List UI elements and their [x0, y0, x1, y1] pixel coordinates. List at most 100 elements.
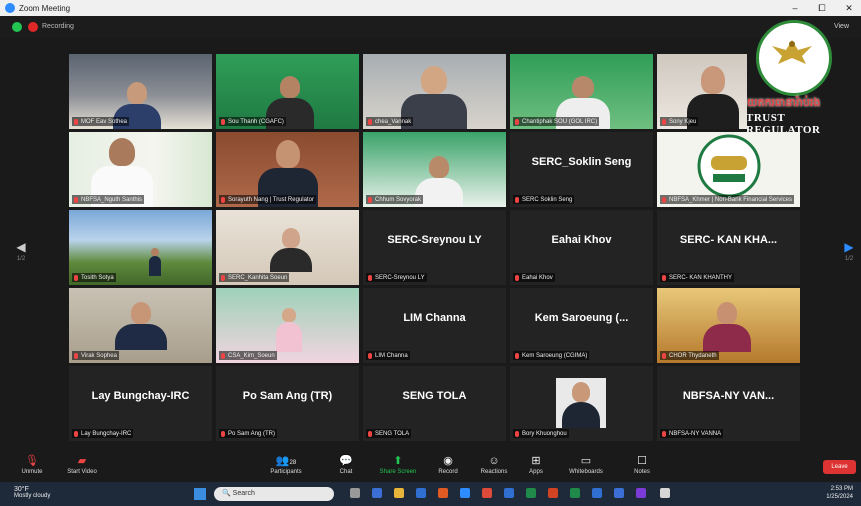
muted-mic-icon	[221, 196, 225, 203]
participant-display-name: Kem Saroeung (...	[534, 312, 629, 324]
muted-mic-icon	[515, 430, 519, 437]
participants-button[interactable]: 👥28 Participants	[256, 454, 316, 475]
recording-icon[interactable]	[28, 22, 38, 32]
muted-mic-icon	[221, 352, 225, 359]
participant-tile[interactable]: chea_Vannak	[363, 54, 506, 129]
participant-face	[282, 308, 296, 322]
muted-mic-icon	[368, 430, 372, 437]
muted-mic-icon	[368, 118, 372, 125]
muted-mic-icon	[662, 352, 666, 359]
excel-icon[interactable]	[526, 488, 536, 498]
app-icon[interactable]	[660, 488, 670, 498]
start-video-button[interactable]: ▰ Start Video	[52, 454, 112, 475]
participant-face	[701, 66, 725, 94]
participant-tile[interactable]: Virak Sophea	[69, 288, 212, 363]
app-icon[interactable]	[570, 488, 580, 498]
muted-mic-icon	[74, 430, 78, 437]
weather-desc: Mostly cloudy	[14, 493, 51, 499]
participant-tile[interactable]: Lay Bungchay-IRC Lay Bungchay-IRC	[69, 366, 212, 441]
muted-mic-icon	[74, 274, 78, 281]
participant-tile[interactable]: Chhum Sovyorak	[363, 132, 506, 207]
prev-page-button[interactable]: ◀ 1/2	[14, 240, 28, 262]
participant-face	[421, 66, 447, 94]
powerpoint-icon[interactable]	[548, 488, 558, 498]
taskbar-clock[interactable]: 2:53 PM 1/25/2024	[826, 485, 853, 501]
participant-name-label: CSA_Kim_Soeun	[219, 351, 277, 360]
chat-button[interactable]: 💬 Chat	[316, 454, 376, 475]
participant-name-label: CHOR Thydaneth	[660, 351, 719, 360]
zoom-app-icon	[5, 3, 15, 13]
participant-name-label: SENG TOLA	[366, 429, 412, 438]
participant-body	[270, 248, 312, 272]
participant-name-label: Po Sam Ang (TR)	[219, 429, 278, 438]
participant-tile[interactable]: MOF Eav Sothea	[69, 54, 212, 129]
notes-button[interactable]: ☐ Notes	[612, 454, 672, 475]
muted-mic-icon	[515, 352, 519, 359]
participant-display-name: SERC-Sreynou LY	[387, 234, 482, 246]
whiteboards-button[interactable]: ▭ Whiteboards	[556, 454, 616, 475]
participant-tile[interactable]: CSA_Kim_Soeun	[216, 288, 359, 363]
participant-display-name: NBFSA-NY VAN...	[682, 390, 775, 402]
close-button[interactable]: ✕	[835, 0, 861, 16]
participant-tile[interactable]: Tosith Sotya	[69, 210, 212, 285]
participant-tile[interactable]: NBFSA-NY VAN... NBFSA-NY VANNA	[657, 366, 800, 441]
window-title: Zoom Meeting	[19, 3, 71, 13]
participant-name-label: Bory Khuonghou	[513, 429, 569, 438]
app-icon[interactable]	[438, 488, 448, 498]
taskview-icon[interactable]	[350, 488, 360, 498]
participant-tile[interactable]: SERC-Sreynou LY SERC-Sreynou LY	[363, 210, 506, 285]
muted-mic-icon	[368, 352, 372, 359]
participant-tile[interactable]: Sou Thanh (CGAFC)	[216, 54, 359, 129]
next-arrow-icon: ▶	[844, 240, 854, 254]
next-page-button[interactable]: ▶ 1/2	[842, 240, 856, 262]
app-icon[interactable]	[592, 488, 602, 498]
participant-tile[interactable]: NBFSA_Nguth Santhis	[69, 132, 212, 207]
app-icon[interactable]	[372, 488, 382, 498]
zoom-taskbar-icon[interactable]	[460, 488, 470, 498]
maximize-button[interactable]: ⧠	[808, 0, 836, 16]
participant-name-label: Kem Saroeung (CGIMA)	[513, 351, 590, 360]
participant-face	[429, 156, 449, 178]
participant-face	[151, 248, 159, 256]
participant-face	[127, 82, 147, 104]
trust-regulator-logo: និយតករធានារ៉ាប់រង TRUST REGULATOR	[740, 20, 856, 136]
whiteboard-icon: ▭	[580, 455, 592, 467]
participant-tile[interactable]: CHOR Thydaneth	[657, 288, 800, 363]
muted-mic-icon	[221, 430, 225, 437]
muted-mic-icon	[515, 196, 519, 203]
taskbar-search-input[interactable]: 🔍 Search	[214, 487, 334, 501]
participant-tile[interactable]: LIM Channa LIM Channa	[363, 288, 506, 363]
participant-tile[interactable]: Kem Saroeung (... Kem Saroeung (CGIMA)	[510, 288, 653, 363]
participant-tile[interactable]: NBFSA_Khmer | Non-Bank Financial Service…	[657, 132, 800, 207]
participant-tile[interactable]: SERC_Soklin Seng SERC Soklin Seng	[510, 132, 653, 207]
windows-start-icon[interactable]	[194, 488, 206, 500]
participant-tile[interactable]: Chantiphak SOU (GOL IRC)	[510, 54, 653, 129]
app-icon[interactable]	[636, 488, 646, 498]
participant-face	[276, 140, 300, 168]
participant-tile[interactable]: Po Sam Ang (TR) Po Sam Ang (TR)	[216, 366, 359, 441]
weather-widget[interactable]: 30°F Mostly cloudy	[14, 486, 50, 499]
participant-tile[interactable]: Eahai Khov Eahai Khov	[510, 210, 653, 285]
app-icon[interactable]	[416, 488, 426, 498]
word-icon[interactable]	[504, 488, 514, 498]
participant-tile[interactable]: SENG TOLA SENG TOLA	[363, 366, 506, 441]
participant-tile[interactable]: SERC- KAN KHA... SERC- KAN KHANTHY	[657, 210, 800, 285]
app-icon[interactable]	[614, 488, 624, 498]
meeting-toolbar: 🎙 Unmute ▰ Start Video 👥28 Participants …	[0, 452, 861, 482]
file-explorer-icon[interactable]	[394, 488, 404, 498]
participant-name-label: Sou Thanh (CGAFC)	[219, 117, 286, 126]
security-shield-icon[interactable]	[12, 22, 22, 32]
muted-mic-icon	[662, 196, 666, 203]
participant-tile[interactable]: SERC_Kanhita Soeun	[216, 210, 359, 285]
notes-icon: ☐	[637, 455, 647, 467]
leave-button[interactable]: Leave	[823, 460, 856, 474]
participant-tile[interactable]: Sony Kjeu	[657, 54, 747, 129]
participant-tile[interactable]: Bory Khuonghou	[510, 366, 653, 441]
participant-display-name: SERC_Soklin Seng	[531, 156, 632, 168]
participant-name-label: Tosith Sotya	[72, 273, 116, 282]
minimize-button[interactable]: –	[781, 0, 809, 16]
recording-label: Recording	[42, 23, 74, 30]
participant-name-label: Chhum Sovyorak	[366, 195, 424, 204]
chrome-icon[interactable]	[482, 488, 492, 498]
participant-tile[interactable]: Sorayuth Nang | Trust Regulator	[216, 132, 359, 207]
